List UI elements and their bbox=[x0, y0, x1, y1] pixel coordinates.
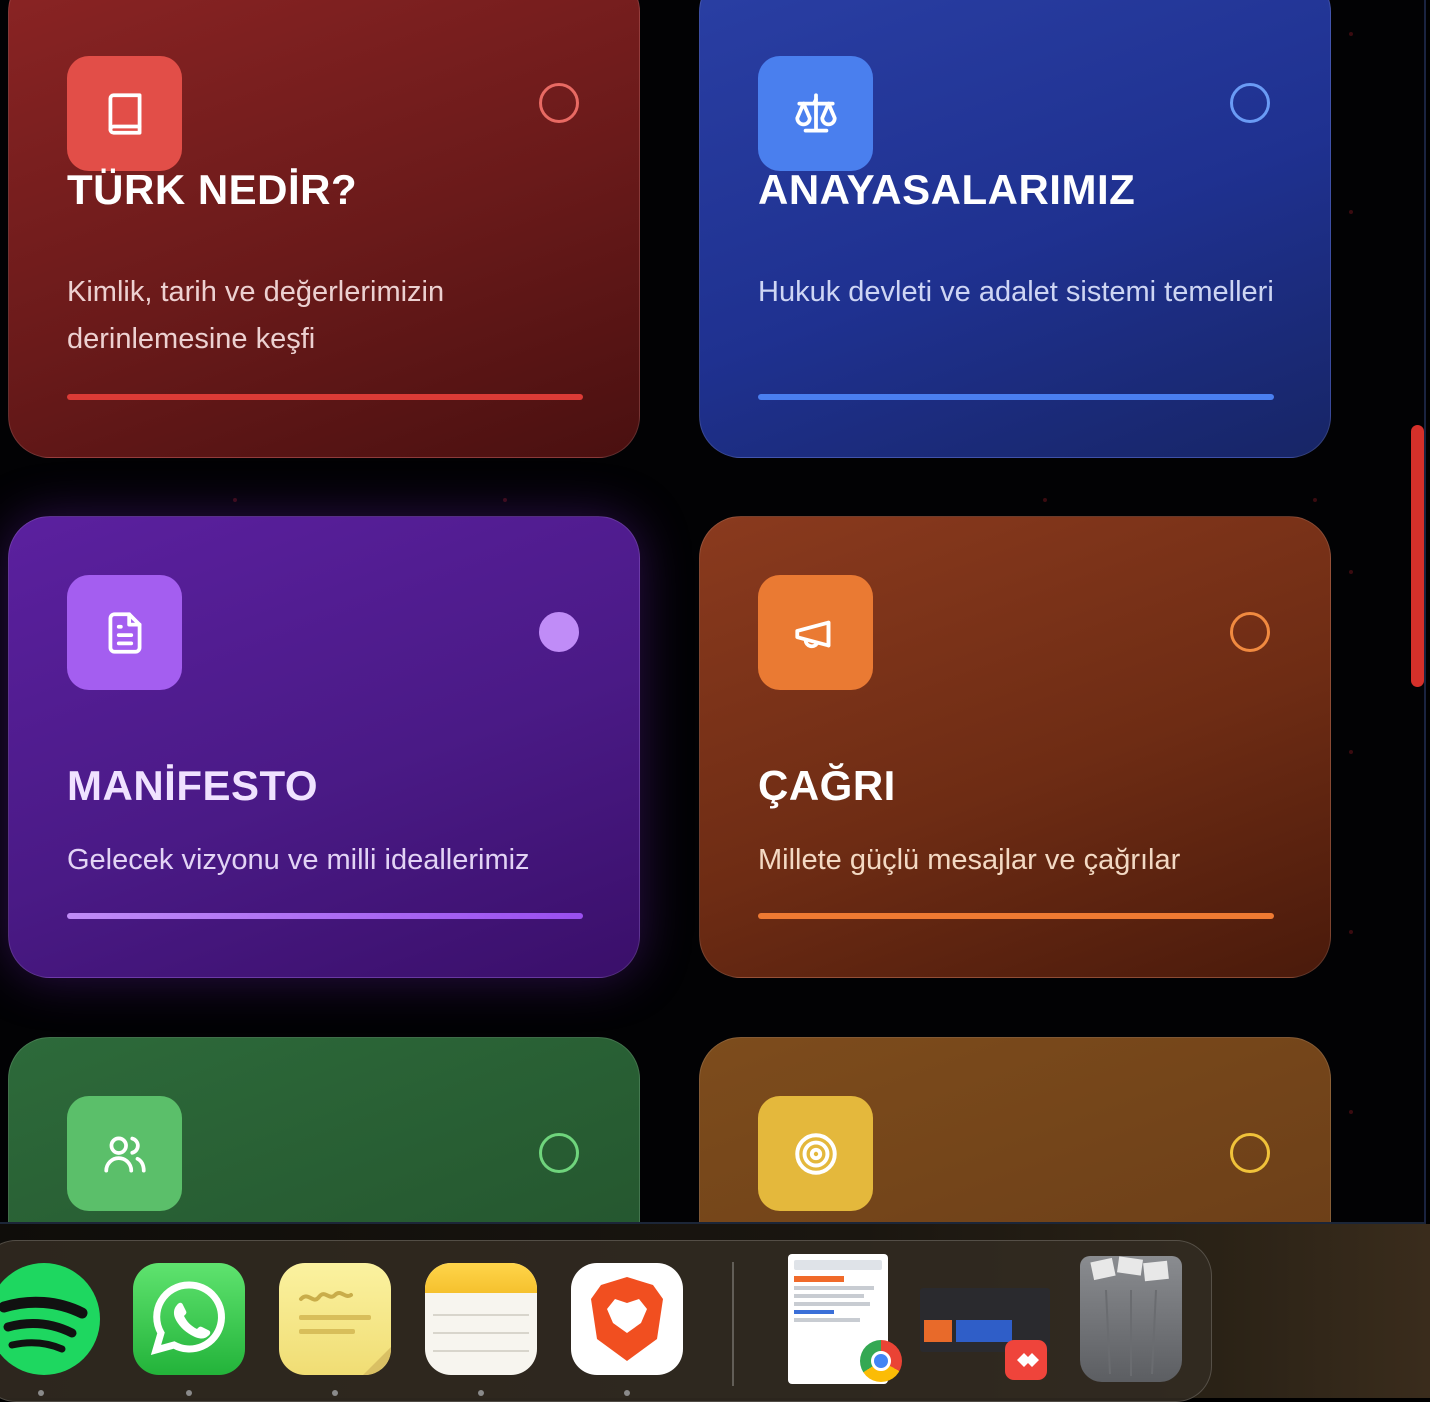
card-anayasalarimiz[interactable]: ANAYASALARIMIZ Hukuk devleti ve adalet s… bbox=[699, 0, 1331, 458]
notes-icon[interactable] bbox=[425, 1263, 537, 1375]
card-radio[interactable] bbox=[1230, 83, 1270, 123]
card-description: Hukuk devleti ve adalet sistemi temeller… bbox=[758, 276, 1274, 308]
card-description: Kimlik, tarih ve değerlerimizin derinlem… bbox=[67, 276, 445, 355]
card-manifesto[interactable]: MANİFESTO Gelecek vizyonu ve milli ideal… bbox=[8, 516, 640, 978]
card-accent-bar bbox=[758, 913, 1274, 919]
running-indicator bbox=[332, 1390, 338, 1396]
running-indicator bbox=[38, 1390, 44, 1396]
card-target[interactable] bbox=[699, 1037, 1331, 1222]
background-dot bbox=[1349, 32, 1353, 36]
scrollbar-thumb[interactable] bbox=[1411, 425, 1424, 687]
background-dot bbox=[1349, 930, 1353, 934]
card-title: ÇAĞRI bbox=[758, 762, 896, 809]
background-dot bbox=[1043, 498, 1047, 502]
megaphone-icon bbox=[758, 575, 873, 690]
card-title: TÜRK NEDİR? bbox=[67, 166, 358, 213]
card-radio[interactable] bbox=[539, 83, 579, 123]
card-accent-bar bbox=[67, 394, 583, 400]
users-icon bbox=[67, 1096, 182, 1211]
background-dot bbox=[233, 498, 237, 502]
dock-separator bbox=[732, 1262, 734, 1386]
card-description: Millete güçlü mesajlar ve çağrılar bbox=[758, 844, 1181, 876]
background-dot bbox=[503, 498, 507, 502]
scale-icon bbox=[758, 56, 873, 171]
card-accent-bar bbox=[758, 394, 1274, 400]
book-icon bbox=[67, 56, 182, 171]
card-turk-nedir[interactable]: TÜRK NEDİR? Kimlik, tarih ve değerlerimi… bbox=[8, 0, 640, 458]
brave-icon[interactable] bbox=[571, 1263, 683, 1375]
whatsapp-icon[interactable] bbox=[133, 1263, 245, 1375]
card-radio[interactable] bbox=[539, 1133, 579, 1173]
card-title: MANİFESTO bbox=[67, 762, 319, 809]
running-indicator bbox=[624, 1390, 630, 1396]
card-title: ANAYASALARIMIZ bbox=[758, 166, 1136, 213]
background-dot bbox=[1349, 1110, 1353, 1114]
chrome-badge-icon bbox=[860, 1340, 902, 1382]
target-icon bbox=[758, 1096, 873, 1211]
card-description: Gelecek vizyonu ve milli ideallerimiz bbox=[67, 844, 530, 876]
background-dot bbox=[1349, 570, 1353, 574]
card-radio[interactable] bbox=[1230, 612, 1270, 652]
card-community[interactable] bbox=[8, 1037, 640, 1222]
anydesk-badge-icon bbox=[1005, 1340, 1047, 1380]
running-indicator bbox=[186, 1390, 192, 1396]
background-dot bbox=[1349, 210, 1353, 214]
trash-icon[interactable] bbox=[1080, 1256, 1182, 1382]
background-dot bbox=[1313, 498, 1317, 502]
background-dot bbox=[1349, 750, 1353, 754]
card-radio[interactable] bbox=[1230, 1133, 1270, 1173]
card-radio-selected[interactable] bbox=[539, 612, 579, 652]
card-cagri[interactable]: ÇAĞRI Millete güçlü mesajlar ve çağrılar bbox=[699, 516, 1331, 978]
running-indicator bbox=[478, 1390, 484, 1396]
document-icon bbox=[67, 575, 182, 690]
browser-viewport: TÜRK NEDİR? Kimlik, tarih ve değerlerimi… bbox=[0, 0, 1426, 1224]
card-accent-bar bbox=[67, 913, 583, 919]
stickies-icon[interactable] bbox=[279, 1263, 391, 1375]
